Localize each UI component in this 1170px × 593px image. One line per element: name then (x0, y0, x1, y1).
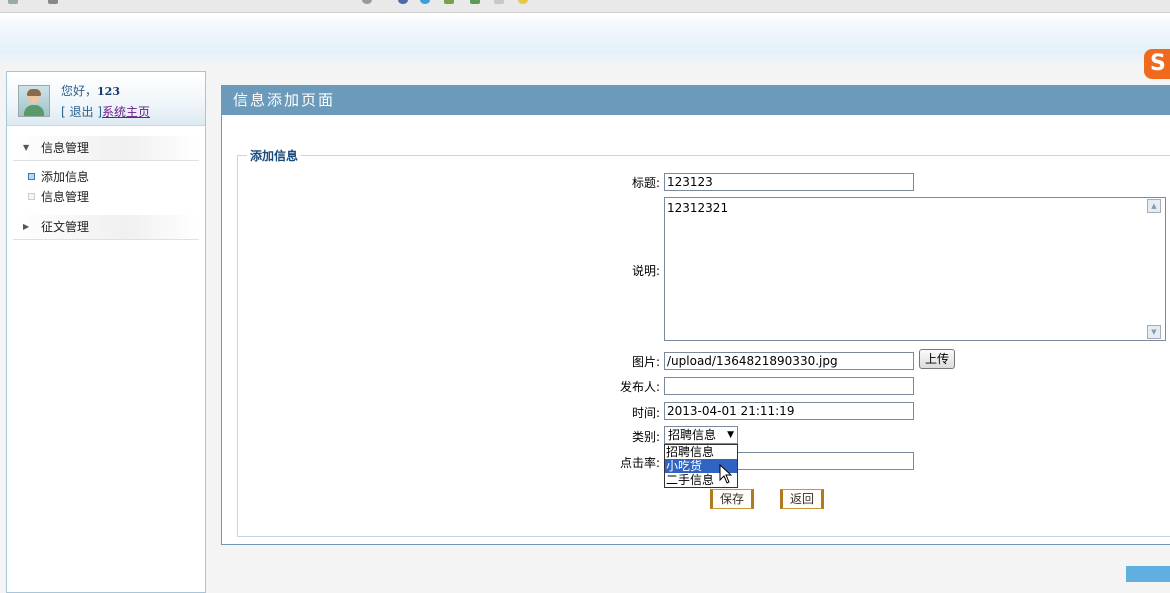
user-links: [ 退出 ]系统主页 (61, 105, 151, 119)
image-label: 图片: (631, 355, 660, 369)
brand-logo: S (1144, 49, 1170, 79)
time-input[interactable] (664, 402, 914, 420)
browser-toolbar-strip (0, 0, 1170, 13)
chevron-down-icon: ▼ (727, 430, 734, 440)
clicks-label: 点击率: (619, 456, 660, 470)
collapsed-arrow-icon: ▶ (23, 222, 30, 231)
scroll-up-icon[interactable]: ▲ (1147, 199, 1161, 213)
form-legend: 添加信息 (250, 149, 299, 163)
sidebar: 您好，123 [ 退出 ]系统主页 ▼ 信息管理 添加信息 信息管理 ▶ 征文管… (6, 71, 206, 593)
publisher-label: 发布人: (619, 380, 660, 394)
description-label: 说明: (631, 264, 660, 278)
page-title: 信息添加页面 (222, 86, 1170, 115)
bullet-icon (28, 173, 35, 180)
publisher-input[interactable] (664, 377, 914, 395)
toolbar-icon[interactable] (48, 0, 58, 4)
toolbar-icon[interactable] (444, 0, 454, 4)
toolbar-icon[interactable] (420, 0, 430, 4)
time-label: 时间: (631, 406, 660, 420)
back-button[interactable]: 返回 (780, 489, 824, 509)
bullet-icon (28, 193, 35, 200)
toolbar-icon[interactable] (362, 0, 372, 4)
image-path-input[interactable] (664, 352, 914, 370)
system-home-link[interactable]: 系统主页 (102, 105, 150, 119)
user-info-box: 您好，123 [ 退出 ]系统主页 (7, 72, 205, 126)
title-input[interactable] (664, 173, 914, 191)
username: 123 (97, 85, 120, 98)
toolbar-icon[interactable] (518, 0, 528, 4)
avatar (18, 85, 50, 117)
mouse-cursor-icon (719, 464, 733, 484)
sidebar-section-essay-management[interactable]: ▶ 征文管理 (13, 215, 199, 240)
description-textarea[interactable]: 12312321 (664, 197, 1166, 341)
sidebar-section-info-management[interactable]: ▼ 信息管理 (13, 136, 199, 161)
toolbar-icon[interactable] (398, 0, 408, 4)
toolbar-icon[interactable] (470, 0, 480, 4)
expanded-arrow-icon: ▼ (23, 143, 30, 152)
user-greeting: 您好，123 (61, 84, 120, 98)
toolbar-icon[interactable] (8, 0, 18, 4)
sidebar-item-manage-info[interactable]: 信息管理 (7, 187, 205, 207)
scroll-down-icon[interactable]: ▼ (1147, 325, 1161, 339)
main-panel: 信息添加页面 添加信息 标题: 说明: 12312321 ▲ ▼ 图片: 上传 … (221, 85, 1170, 545)
sidebar-item-add-info[interactable]: 添加信息 (7, 167, 205, 187)
bottom-corner-tab[interactable] (1126, 566, 1170, 582)
toolbar-icon[interactable] (494, 0, 504, 4)
category-label: 类别: (631, 430, 660, 444)
title-label: 标题: (631, 176, 660, 190)
header-banner: S (0, 13, 1170, 79)
category-select[interactable]: 招聘信息 ▼ (664, 426, 738, 444)
category-option[interactable]: 招聘信息 (665, 445, 737, 459)
save-button[interactable]: 保存 (710, 489, 754, 509)
upload-button[interactable]: 上传 (919, 349, 955, 369)
logout-link[interactable]: 退出 (70, 105, 94, 119)
